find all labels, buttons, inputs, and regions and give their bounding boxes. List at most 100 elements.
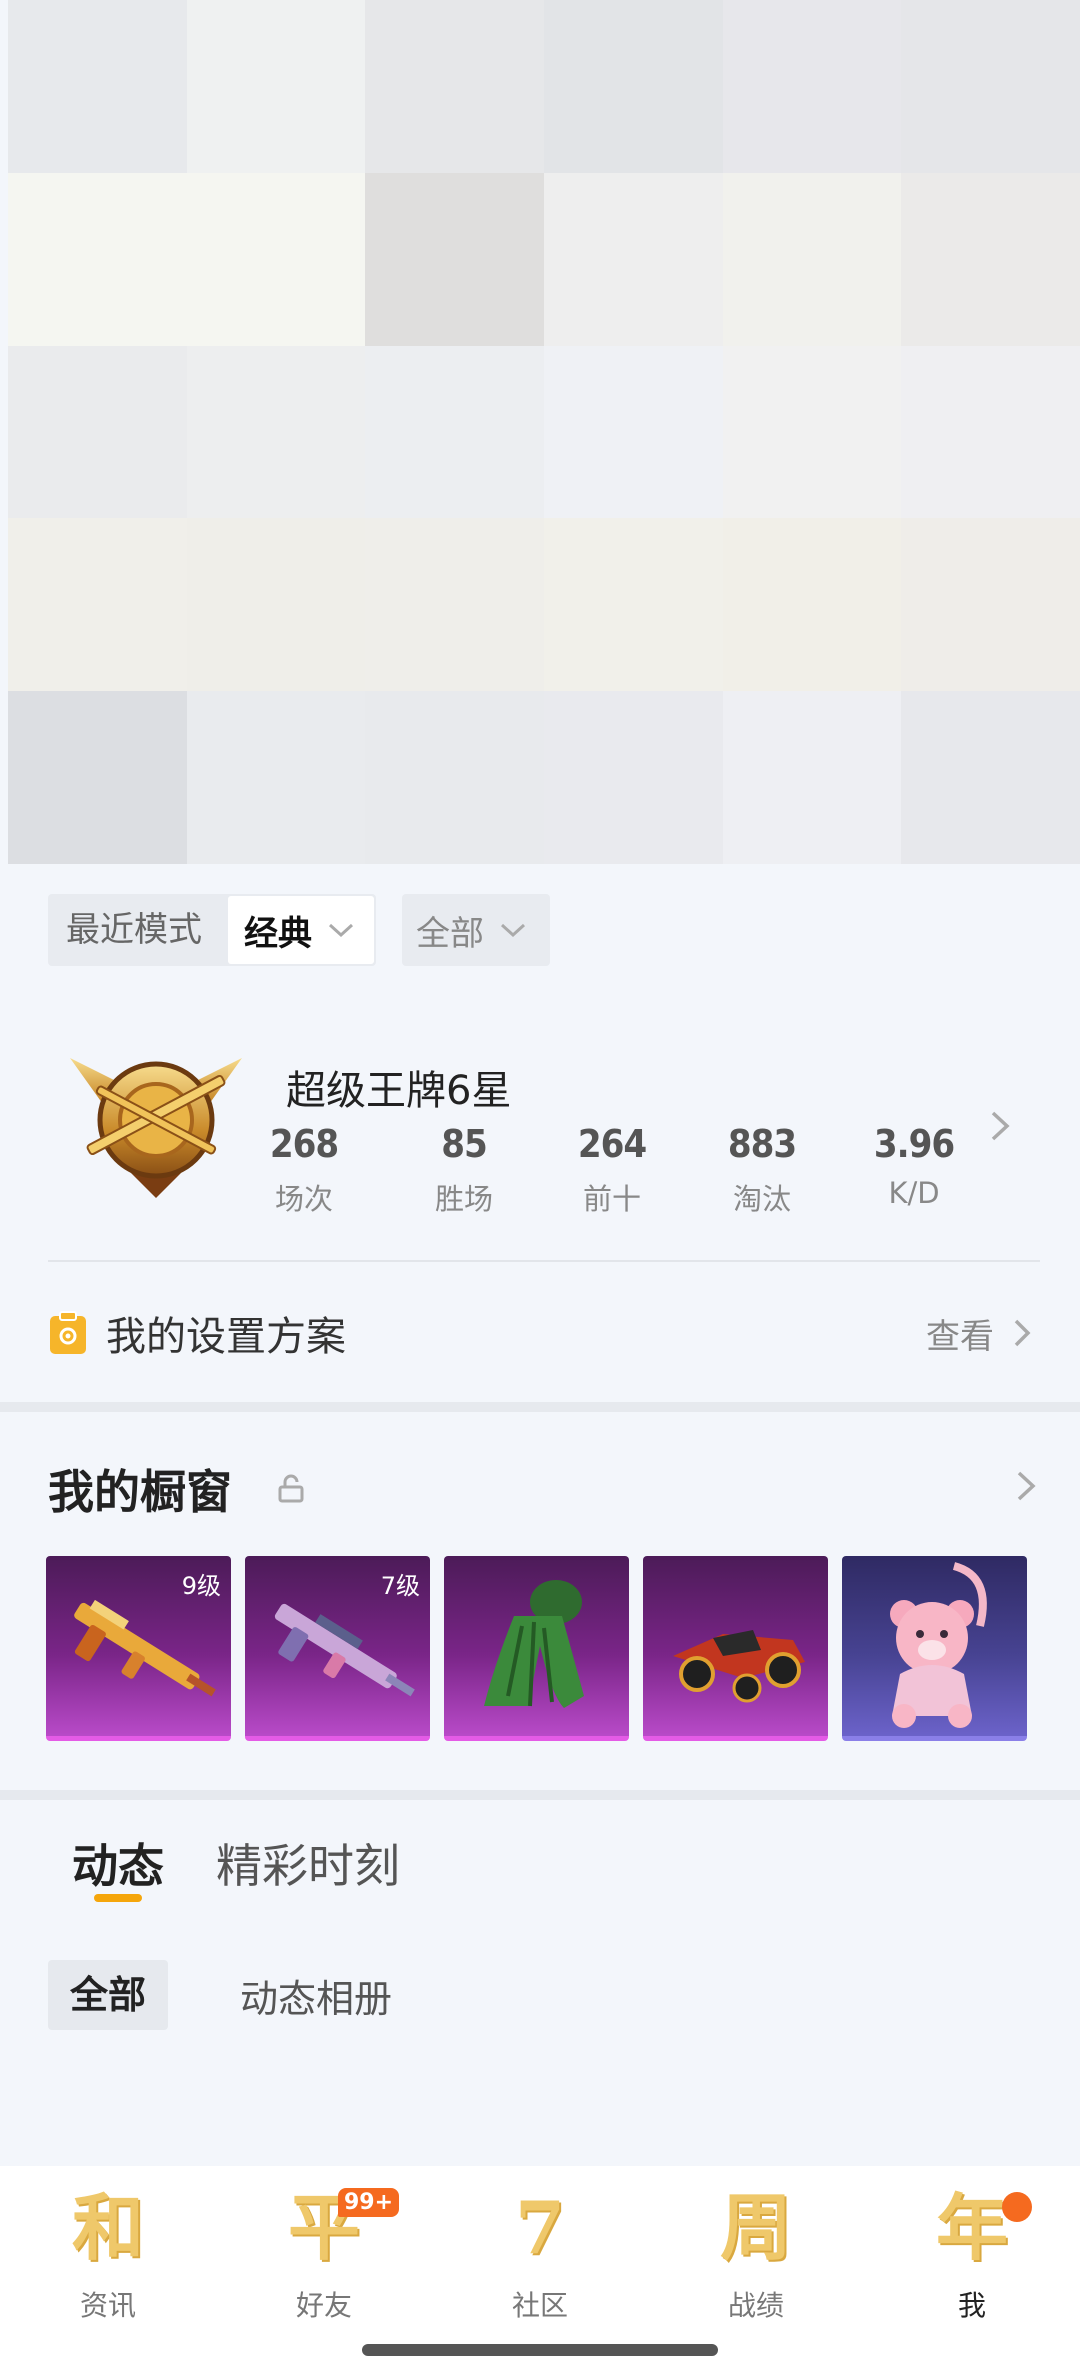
feed-tabs: 动态 精彩时刻 <box>72 1830 400 1902</box>
mode-dropdown-value: 经典 <box>244 913 312 954</box>
recent-mode-filter: 最近模式 经典 <box>48 894 376 966</box>
banner-tile <box>901 345 1080 519</box>
record-icon: 周 <box>719 2185 792 2270</box>
stat-value: 264 <box>577 1122 647 1166</box>
stat-value: 3.96 <box>873 1122 955 1166</box>
stat-value: 883 <box>727 1122 797 1166</box>
mode-dropdown[interactable]: 经典 <box>228 896 374 964</box>
banner-tile <box>722 345 902 519</box>
nav-item-record[interactable]: 周 战绩 <box>686 2180 826 2324</box>
ace-rank-badge-icon <box>70 1058 242 1198</box>
profile-banner <box>8 0 1080 864</box>
showcase-items: 9级 7级 <box>46 1556 1027 1741</box>
recent-mode-label: 最近模式 <box>66 910 202 950</box>
news-icon: 和 <box>71 2185 144 2270</box>
banner-tile <box>365 691 544 864</box>
nav-item-community[interactable]: 7 社区 <box>470 2180 610 2324</box>
banner-tile <box>186 172 366 346</box>
stat-value: 268 <box>269 1122 339 1166</box>
stat-kd: 3.96 K/D <box>854 1122 974 1210</box>
tab-feed-label: 动态 <box>72 1839 164 1893</box>
banner-tile <box>544 518 723 692</box>
chevron-right-icon <box>1014 1319 1031 1347</box>
settings-title: 我的设置方案 <box>106 1314 346 1360</box>
banner-tile <box>8 345 187 519</box>
nav-label: 资讯 <box>79 2289 136 2322</box>
nav-item-me[interactable]: 年 我 <box>902 2180 1042 2324</box>
banner-tile <box>722 518 902 692</box>
active-tab-indicator <box>94 1894 142 1902</box>
banner-tile <box>365 345 544 519</box>
banner-tile <box>365 518 544 692</box>
banner-tile <box>186 345 366 519</box>
banner-tile <box>365 0 544 173</box>
banner-tile <box>186 0 366 173</box>
rank-summary[interactable]: 超级王牌6星 268 场次 85 胜场 264 前十 883 淘汰 3.96 K… <box>48 1030 1040 1230</box>
scope-dropdown-value: 全部 <box>416 913 484 954</box>
banner-tile <box>8 518 187 692</box>
clipboard-gear-icon <box>50 1311 86 1354</box>
banner-tile <box>901 691 1080 864</box>
section-separator <box>0 1402 1080 1412</box>
banner-tile <box>901 518 1080 692</box>
stat-wins: 85 胜场 <box>404 1122 524 1218</box>
community-icon: 7 <box>514 2185 566 2270</box>
banner-tile <box>901 172 1080 346</box>
tab-feed[interactable]: 动态 <box>72 1830 164 1902</box>
subtab-album[interactable]: 动态相册 <box>240 1968 392 2023</box>
chevron-down-icon <box>500 923 526 938</box>
banner-tile <box>722 0 902 173</box>
chevron-right-icon[interactable] <box>1014 1468 1038 1504</box>
scope-dropdown[interactable]: 全部 <box>402 894 550 966</box>
showcase-item[interactable]: 7级 <box>245 1556 430 1741</box>
showcase-item[interactable]: 9级 <box>46 1556 231 1741</box>
nav-label: 好友 <box>295 2289 352 2322</box>
banner-tile <box>365 172 544 346</box>
banner-tile <box>544 691 723 864</box>
stat-matches: 268 场次 <box>244 1122 364 1218</box>
banner-tile <box>544 172 723 346</box>
item-level: 7级 <box>380 1572 420 1600</box>
stat-label: 场次 <box>274 1182 333 1216</box>
chevron-down-icon <box>328 923 354 938</box>
subtab-all[interactable]: 全部 <box>48 1960 169 2030</box>
notification-dot <box>1002 2192 1032 2222</box>
rank-title: 超级王牌6星 <box>286 1068 512 1114</box>
banner-tile <box>8 172 187 346</box>
nav-label: 我 <box>957 2289 986 2322</box>
stat-label: 前十 <box>582 1182 641 1216</box>
stat-label: 淘汰 <box>732 1182 791 1216</box>
unlock-icon[interactable] <box>276 1474 306 1504</box>
banner-tile <box>8 0 187 173</box>
stat-label: K/D <box>888 1176 940 1210</box>
item-level: 9级 <box>181 1572 221 1600</box>
feed-subtabs: 全部 动态相册 <box>48 1960 392 2030</box>
bear-backpack-icon <box>890 1562 987 1728</box>
banner-tile <box>901 0 1080 173</box>
home-indicator[interactable] <box>362 2344 718 2356</box>
nav-item-news[interactable]: 和 资讯 <box>38 2180 178 2324</box>
stat-label: 胜场 <box>434 1182 493 1216</box>
showcase-item[interactable] <box>842 1556 1027 1741</box>
banner-tile <box>186 518 366 692</box>
nav-label: 战绩 <box>727 2289 784 2322</box>
showcase-item[interactable] <box>643 1556 828 1741</box>
view-link-label: 查看 <box>926 1316 994 1357</box>
nav-item-friends[interactable]: 平 好友 99+ <box>254 2180 400 2324</box>
view-settings-link[interactable]: 查看 <box>926 1309 1032 1358</box>
stat-top-ten: 264 前十 <box>552 1122 672 1218</box>
banner-tile <box>544 0 723 173</box>
notification-badge: 99+ <box>338 2188 400 2217</box>
nav-label: 社区 <box>511 2289 568 2322</box>
mode-filters: 最近模式 经典 全部 <box>48 894 550 966</box>
showcase-item[interactable] <box>444 1556 629 1741</box>
banner-tile <box>544 345 723 519</box>
banner-tile <box>722 172 902 346</box>
tab-highlights[interactable]: 精彩时刻 <box>216 1830 400 1896</box>
stat-value: 85 <box>441 1122 488 1166</box>
section-separator <box>0 1790 1080 1800</box>
my-settings-row[interactable]: 我的设置方案 查看 <box>48 1300 1032 1366</box>
ghillie-suit-icon <box>484 1580 584 1708</box>
banner-tile <box>8 691 187 864</box>
banner-tile <box>722 691 902 864</box>
